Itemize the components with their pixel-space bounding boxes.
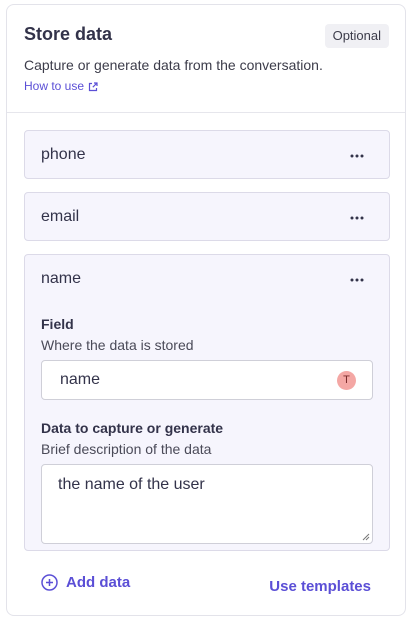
data-item-name: name Field Where the data is stored name… [24, 254, 390, 551]
data-item-title: phone [41, 146, 86, 163]
data-item-email[interactable]: email [24, 192, 390, 241]
data-item-title: name [41, 270, 82, 287]
capture-description-value: the name of the user [58, 476, 205, 493]
capture-label: Data to capture or generate [41, 420, 224, 436]
field-name-input[interactable]: name T [41, 360, 373, 400]
field-label: Field [41, 316, 74, 332]
field-help: Where the data is stored [41, 337, 194, 353]
field-name-value: name [60, 371, 101, 388]
add-data-button[interactable]: Add data [41, 574, 130, 591]
panel-header: Store data Optional Capture or generate … [7, 5, 405, 113]
more-options-icon[interactable] [349, 210, 365, 226]
panel-description: Capture or generate data from the conver… [24, 57, 323, 73]
external-link-icon [88, 81, 98, 92]
add-data-label: Add data [66, 574, 131, 591]
capture-description-textarea[interactable]: the name of the user [41, 464, 373, 544]
how-to-use-label: How to use [24, 79, 85, 93]
store-data-panel: Store data Optional Capture or generate … [6, 4, 406, 616]
use-templates-button[interactable]: Use templates [269, 578, 371, 595]
resize-handle-icon[interactable] [362, 533, 370, 541]
more-options-icon[interactable] [349, 148, 365, 164]
how-to-use-link[interactable]: How to use [24, 79, 98, 93]
capture-help: Brief description of the data [41, 441, 212, 457]
panel-title: Store data [24, 24, 113, 44]
more-options-icon[interactable] [349, 272, 365, 288]
plus-circle-icon [41, 574, 58, 591]
data-item-title: email [41, 208, 80, 225]
type-badge: T [337, 371, 356, 390]
optional-badge: Optional [324, 24, 389, 48]
data-item-phone[interactable]: phone [24, 130, 390, 179]
